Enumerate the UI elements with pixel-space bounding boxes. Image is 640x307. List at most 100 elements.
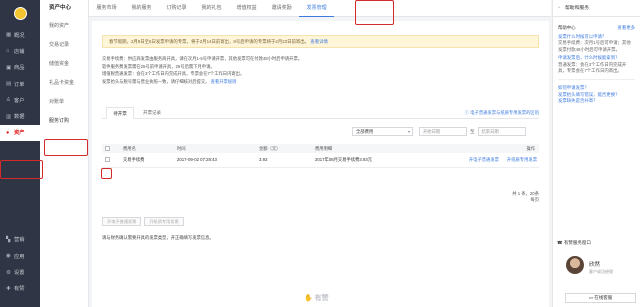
subnav-item[interactable]: 我的资产 bbox=[40, 17, 88, 36]
batch-e-invoice-button[interactable]: 开电子普通发票 bbox=[102, 217, 142, 226]
help-more-link[interactable]: 查看更多 bbox=[617, 25, 635, 31]
service-window-title: ☎ 有赞服务窗口 bbox=[557, 240, 591, 245]
rail-label: 概况 bbox=[14, 32, 25, 39]
rail-icon: ● bbox=[6, 129, 10, 136]
top-tab[interactable]: 邀请奖励 bbox=[264, 0, 299, 17]
pager-unit: 每页 bbox=[530, 197, 539, 202]
rail-item[interactable]: ♙ 客户 bbox=[0, 92, 40, 108]
batch-actions: 开电子普通发票 开纸质专用发票 bbox=[102, 217, 184, 226]
tab-pending[interactable]: 待开票 bbox=[106, 107, 134, 119]
fee-time: 2017-09-02 07:28:43 bbox=[174, 153, 256, 168]
chevron-down-icon: ▾ bbox=[407, 129, 410, 134]
rail-icon: ▥ bbox=[6, 113, 12, 120]
rule-line: 增值税普通发票：会在3个工作日内完成开具，专票会在7个工作日内寄出。 bbox=[102, 71, 245, 77]
rule-line: 软件服务费发票需在25号前申请开具，26号后需下月申请。 bbox=[102, 63, 215, 69]
rail-item[interactable]: ● 资产 bbox=[0, 124, 40, 142]
rail-label: 设置 bbox=[14, 270, 25, 277]
rail-icon: ◉ bbox=[6, 253, 11, 260]
rail-label: 客户 bbox=[14, 97, 25, 104]
col-header: 费用明细 bbox=[312, 144, 462, 153]
subnav-item[interactable]: 交易记录 bbox=[40, 36, 88, 55]
top-tab[interactable]: 我的服务 bbox=[124, 0, 159, 17]
service-role: 客户成功经理 bbox=[589, 269, 613, 274]
subnav-item[interactable]: 礼品卡资金 bbox=[40, 74, 88, 93]
fee-name: 交易手续费 bbox=[120, 153, 174, 168]
rail-item[interactable]: ▣ 商品 bbox=[0, 60, 40, 76]
avatar bbox=[566, 256, 584, 274]
help-center-label: 帮助中心 bbox=[558, 25, 576, 30]
rules-link[interactable]: 查看开票规则 bbox=[211, 79, 237, 84]
rule-line: 交易手续费：供应商发票由服务商开具，请在次月1-5号申请开票，其他发票可在付款4… bbox=[102, 56, 303, 61]
rail-label: 商品 bbox=[14, 65, 25, 72]
faq-answer: 普通发票：会在3个工作日内完成开具，专票会在7个工作日内寄出。 bbox=[558, 61, 627, 74]
holiday-notice: 春节假期，2月8日至6日发票申请的专票，将于2月14日前寄出，8号后申请的专票将… bbox=[102, 35, 539, 48]
rail-item[interactable]: ▥ 数据 bbox=[0, 108, 40, 124]
rail-item[interactable]: ⌂ 店铺 bbox=[0, 43, 40, 59]
rail-label: 数据 bbox=[14, 114, 25, 121]
col-header: 操作 bbox=[462, 144, 539, 153]
rail-label: 订单 bbox=[14, 81, 25, 88]
top-tab[interactable]: 我的礼包 bbox=[194, 0, 229, 17]
col-header: 时间 bbox=[174, 144, 256, 153]
row-checkbox[interactable] bbox=[105, 157, 110, 163]
help-link[interactable]: 发票缺失是否补寄？ bbox=[558, 98, 635, 104]
rule-line: 发票抬头与税号需与营业执照一致，请仔细核对后提交。 bbox=[102, 78, 210, 84]
main-rail: ▦ 概况 ⌂ 店铺 ▣ 商品 ▤ 订单 ♙ 客户 ▥ 数据 ● 资产 ▚ 营销 ◉ 应用 ⚙ 设置 ✚ 有赞 bbox=[0, 0, 40, 307]
help-header: ◔ 帮助和服务 bbox=[553, 0, 640, 17]
top-tabs: 服务市场 我的服务 订购记录 我的礼包 增值权益 邀请奖励 发票管理 bbox=[89, 0, 551, 17]
service-name: 欣然 bbox=[589, 262, 601, 268]
rail-icon: ▦ bbox=[6, 32, 12, 39]
paper-invoice-link[interactable]: 开纸质专用发票 bbox=[507, 157, 537, 162]
online-service-button[interactable]: ▭ 在线客服 bbox=[565, 293, 636, 303]
start-date-input[interactable]: 开始日期 bbox=[419, 127, 467, 136]
rail-item[interactable]: ▤ 订单 bbox=[0, 76, 40, 92]
filter-bar: 全部费用 ▾ 开始日期 至 结束日期 bbox=[352, 127, 526, 136]
fee-amount: 3.93 bbox=[256, 153, 312, 168]
end-date-input[interactable]: 结束日期 bbox=[477, 127, 526, 136]
rail-item[interactable]: ◉ 应用 bbox=[0, 248, 40, 264]
rail-label: 有赞 bbox=[14, 286, 25, 293]
rail-item[interactable]: ⚙ 设置 bbox=[0, 264, 40, 280]
faq-answer: 交易手续费：次月1号后可申请；其他发票付款48小时后可申请开票。 bbox=[558, 40, 631, 52]
rail-icon: ▤ bbox=[6, 81, 12, 88]
footer-logo: ✋ 有赞 bbox=[304, 295, 329, 302]
rail-icon: ⚙ bbox=[6, 269, 11, 276]
col-header: 费用名 bbox=[120, 144, 174, 153]
top-tab[interactable]: 发票管理 bbox=[299, 0, 335, 17]
select-all-checkbox[interactable] bbox=[105, 146, 110, 152]
rail-icon: ✚ bbox=[6, 285, 11, 292]
shop-logo[interactable] bbox=[0, 0, 40, 27]
rail-icon: ▣ bbox=[6, 64, 12, 71]
batch-paper-invoice-button[interactable]: 开纸质专用发票 bbox=[144, 217, 184, 226]
secondary-nav: 资产中心 我的资产 交易记录 储值资金 礼品卡资金 对账单 服务订购 bbox=[40, 0, 89, 307]
rail-item[interactable]: ✚ 有赞 bbox=[0, 281, 40, 297]
rail-item[interactable]: ▚ 营销 bbox=[0, 232, 40, 248]
top-tab[interactable]: 服务市场 bbox=[89, 0, 124, 17]
tab-records[interactable]: 开票记录 bbox=[138, 107, 166, 119]
rail-item[interactable]: ▦ 概况 bbox=[0, 27, 40, 43]
col-header: 金额（元） bbox=[256, 144, 312, 153]
rail-icon: ♙ bbox=[6, 97, 11, 104]
rail-icon: ▚ bbox=[6, 236, 11, 243]
rail-icon: ⌂ bbox=[6, 48, 10, 55]
top-tab[interactable]: 订购记录 bbox=[159, 0, 194, 17]
subnav-item[interactable]: 储值资金 bbox=[40, 55, 88, 74]
fee-type-select[interactable]: 全部费用 ▾ bbox=[352, 127, 413, 136]
table-row: 交易手续费 2017-09-02 07:28:43 3.93 2017年08月交… bbox=[102, 153, 539, 168]
notice-link[interactable]: 查看详情 bbox=[310, 39, 328, 44]
fee-table: 费用名 时间 金额（元） 费用明细 操作 交易手续费 2017-09-02 07… bbox=[102, 144, 539, 168]
e-invoice-link[interactable]: 开电子普通发票 bbox=[469, 157, 499, 162]
help-icon: ◔ bbox=[557, 5, 561, 11]
rail-label: 营销 bbox=[14, 237, 25, 244]
top-tab[interactable]: 增值权益 bbox=[229, 0, 264, 17]
rail-label: 店铺 bbox=[14, 48, 25, 55]
subnav-title: 资产中心 bbox=[49, 5, 72, 11]
invoice-tip: 请与财务确认需要开具的发票类型，开正确填写发票信息。 bbox=[102, 235, 214, 240]
subnav-item[interactable]: 对账单 bbox=[40, 93, 88, 112]
subnav-item[interactable]: 服务订购 bbox=[40, 112, 88, 131]
date-separator: 至 bbox=[470, 129, 475, 134]
rail-label: 资产 bbox=[14, 130, 25, 137]
notice-text: 春节假期，2月8日至6日发票申请的专票，将于2月14日前寄出，8号后申请的专票将… bbox=[109, 39, 310, 44]
invoice-difference-link[interactable]: ⓘ 电子普通发票与纸质专用发票的区别 bbox=[465, 107, 539, 119]
pagination: 共 1 条，20条 每页 bbox=[472, 191, 539, 203]
